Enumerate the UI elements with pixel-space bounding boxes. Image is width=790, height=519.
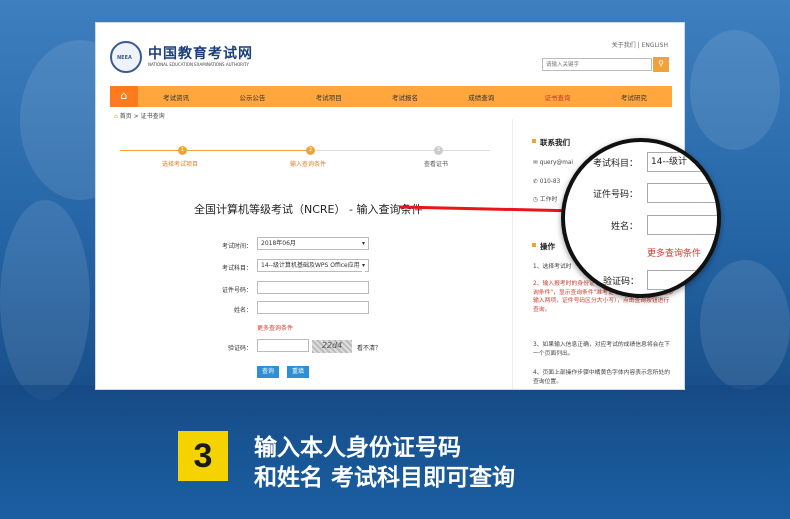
mag-subject-select[interactable]: 14--级计 <box>647 152 717 172</box>
caption-line-2: 和姓名 考试科目即可查询 <box>254 465 516 491</box>
mag-more-conditions[interactable]: 更多查询条件 <box>647 246 701 259</box>
step-number-badge: 3 <box>178 431 228 481</box>
caption-line-1: 输入本人身份证号码 <box>254 435 461 461</box>
mag-name-label: 姓名： <box>611 222 639 232</box>
mag-captcha-label: 验证码： <box>603 277 640 287</box>
mag-subject-label: 考试科目： <box>593 159 639 169</box>
mag-cert-label: 证件号码： <box>593 190 639 200</box>
mag-captcha-input[interactable] <box>647 270 717 290</box>
mag-name-input[interactable] <box>647 215 717 235</box>
magnifier-callout: 考试科目： 14--级计 证件号码： 姓名： 更多查询条件 验证码： <box>561 138 721 298</box>
arrow-line <box>399 205 579 213</box>
mag-cert-input[interactable] <box>647 183 717 203</box>
